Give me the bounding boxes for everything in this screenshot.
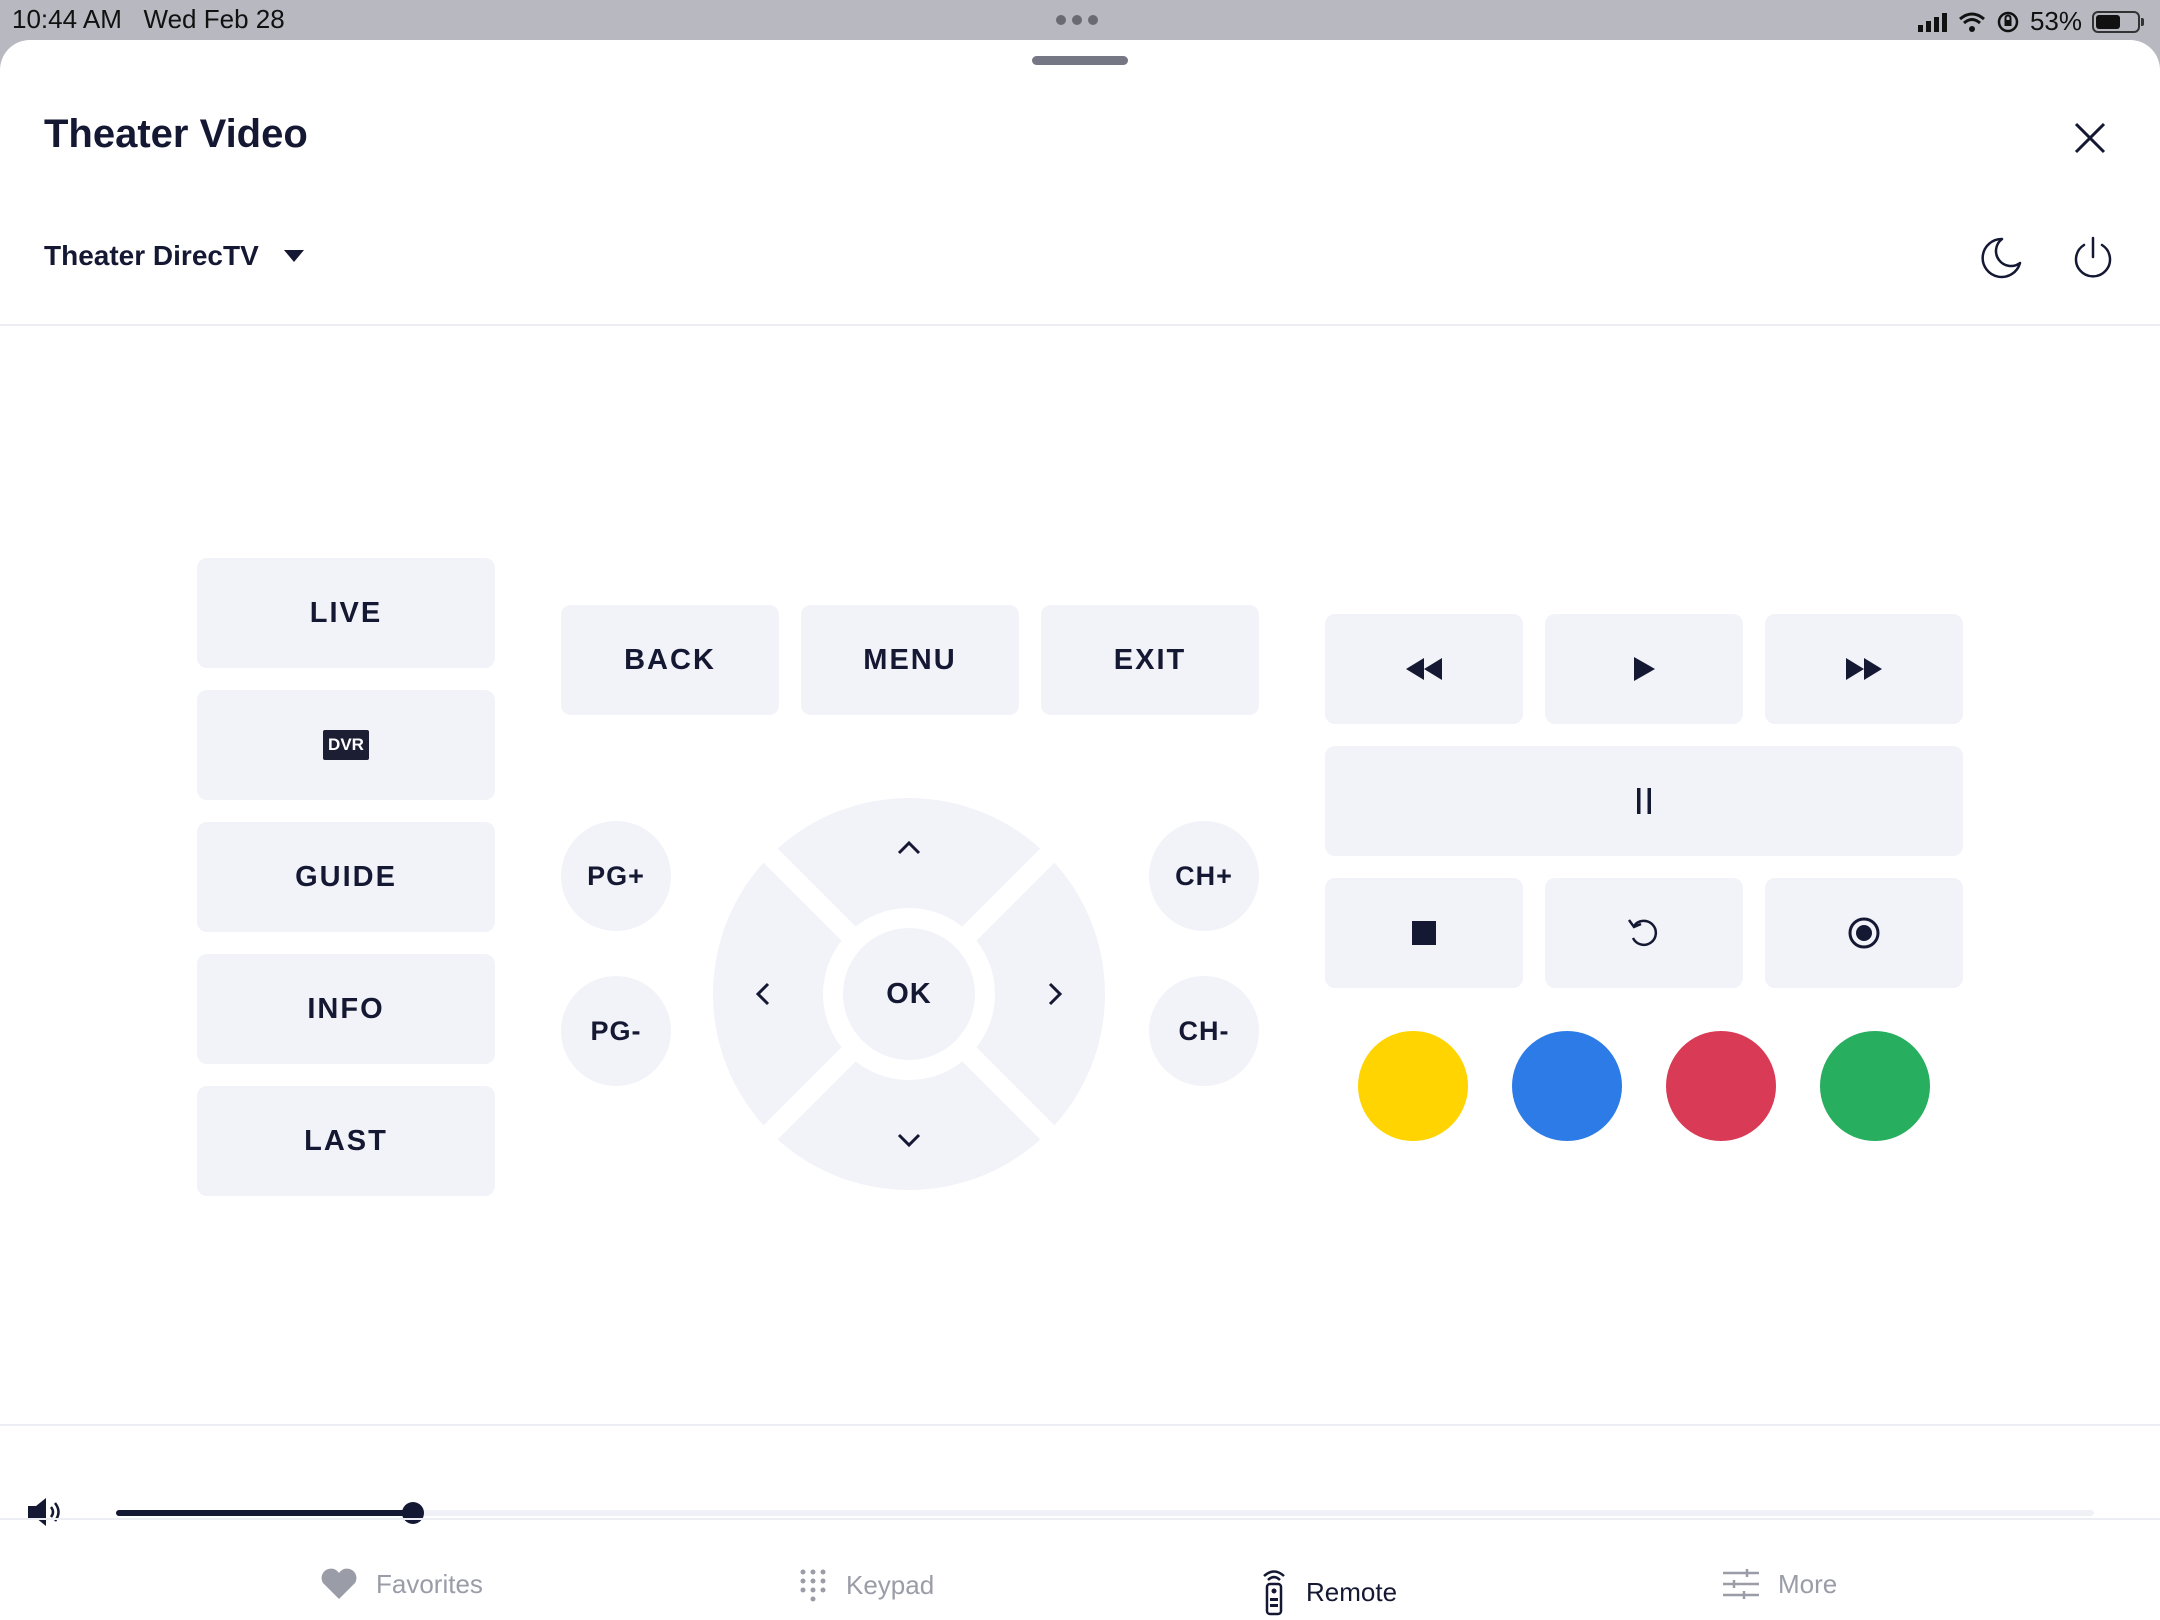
device-name: Theater DirecTV [44, 240, 259, 271]
moon-icon[interactable] [1978, 235, 2024, 281]
dpad-up-button[interactable] [839, 798, 979, 898]
status-date: Wed Feb 28 [143, 4, 285, 34]
remote-icon [1263, 1570, 1285, 1616]
tab-favorites[interactable]: Favorites [320, 1568, 483, 1600]
last-button[interactable]: LAST [197, 1086, 495, 1196]
status-time: 10:44 AM Wed Feb 28 [12, 4, 285, 35]
battery-icon [2092, 10, 2144, 33]
play-button[interactable] [1545, 614, 1743, 724]
dvr-button[interactable]: DVR [197, 690, 495, 800]
channel-up-button[interactable]: CH+ [1149, 821, 1259, 931]
back-button[interactable]: BACK [561, 605, 779, 715]
dpad-down-button[interactable] [839, 1090, 979, 1190]
volume-knob[interactable] [401, 1502, 424, 1524]
pause-icon [1637, 788, 1651, 814]
tabbar-divider [0, 1518, 2160, 1520]
fast-forward-icon [1846, 658, 1882, 680]
wifi-icon [1958, 12, 1985, 32]
page-title: Theater Video [44, 112, 308, 156]
dpad-right-button[interactable] [1005, 924, 1105, 1064]
red-button[interactable] [1666, 1031, 1776, 1141]
speaker-icon[interactable] [26, 1496, 66, 1528]
live-button[interactable]: LIVE [197, 558, 495, 668]
guide-button[interactable]: GUIDE [197, 822, 495, 932]
replay-icon [1627, 919, 1658, 947]
rewind-button[interactable] [1325, 614, 1523, 724]
keypad-icon [800, 1569, 826, 1602]
page-down-button[interactable]: PG- [561, 976, 671, 1086]
volume-fill [116, 1510, 413, 1516]
yellow-button[interactable] [1358, 1031, 1468, 1141]
device-dropdown[interactable]: Theater DirecTV [44, 240, 305, 272]
sliders-icon [1723, 1569, 1759, 1599]
sheet-grabber[interactable] [1032, 56, 1128, 65]
close-icon[interactable] [2070, 118, 2110, 158]
ok-button[interactable]: OK [843, 928, 975, 1060]
blue-button[interactable] [1512, 1031, 1622, 1141]
play-icon [1634, 657, 1655, 681]
tab-keypad[interactable]: Keypad [798, 1568, 934, 1602]
multitask-dots-icon[interactable] [1056, 15, 1098, 25]
dpad-left-button[interactable] [713, 924, 813, 1064]
remote-sheet: Theater Video Theater DirecTV LIVE DVR G… [0, 40, 2160, 1620]
info-button[interactable]: INFO [197, 954, 495, 1064]
replay-button[interactable] [1545, 878, 1743, 988]
chevron-left-icon [755, 982, 770, 1006]
record-icon [1848, 917, 1880, 949]
power-icon[interactable] [2070, 235, 2116, 281]
tab-remote[interactable]: Remote [1260, 1568, 1397, 1616]
tab-favorites-label: Favorites [376, 1568, 483, 1599]
page-up-button[interactable]: PG+ [561, 821, 671, 931]
caret-down-icon [283, 250, 304, 262]
tab-more[interactable]: More [1722, 1568, 1837, 1600]
record-button[interactable] [1765, 878, 1963, 988]
orientation-lock-icon [1997, 11, 2019, 32]
directional-pad: OK [713, 798, 1105, 1190]
chevron-down-icon [897, 1133, 921, 1148]
channel-down-button[interactable]: CH- [1149, 976, 1259, 1086]
tab-more-label: More [1778, 1568, 1838, 1599]
status-bar: 10:44 AM Wed Feb 28 53% [0, 0, 2160, 40]
dvr-badge: DVR [323, 730, 369, 760]
chevron-right-icon [1048, 982, 1063, 1006]
menu-button[interactable]: MENU [801, 605, 1019, 715]
status-clock: 10:44 AM [12, 4, 122, 34]
heart-icon [321, 1568, 357, 1599]
tab-keypad-label: Keypad [846, 1569, 935, 1600]
rewind-icon [1406, 658, 1442, 680]
fast-forward-button[interactable] [1765, 614, 1963, 724]
stop-icon [1412, 921, 1436, 945]
battery-percent: 53% [2029, 6, 2082, 36]
status-indicators: 53% [1917, 6, 2144, 37]
volume-slider[interactable] [116, 1502, 2094, 1524]
chevron-up-icon [897, 840, 921, 855]
cellular-signal-icon [1917, 12, 1947, 32]
header-divider [0, 324, 2160, 326]
volume-divider [0, 1424, 2160, 1426]
stop-button[interactable] [1325, 878, 1523, 988]
green-button[interactable] [1820, 1031, 1930, 1141]
pause-button[interactable] [1325, 746, 1963, 856]
exit-button[interactable]: EXIT [1041, 605, 1259, 715]
tab-remote-label: Remote [1306, 1576, 1398, 1607]
